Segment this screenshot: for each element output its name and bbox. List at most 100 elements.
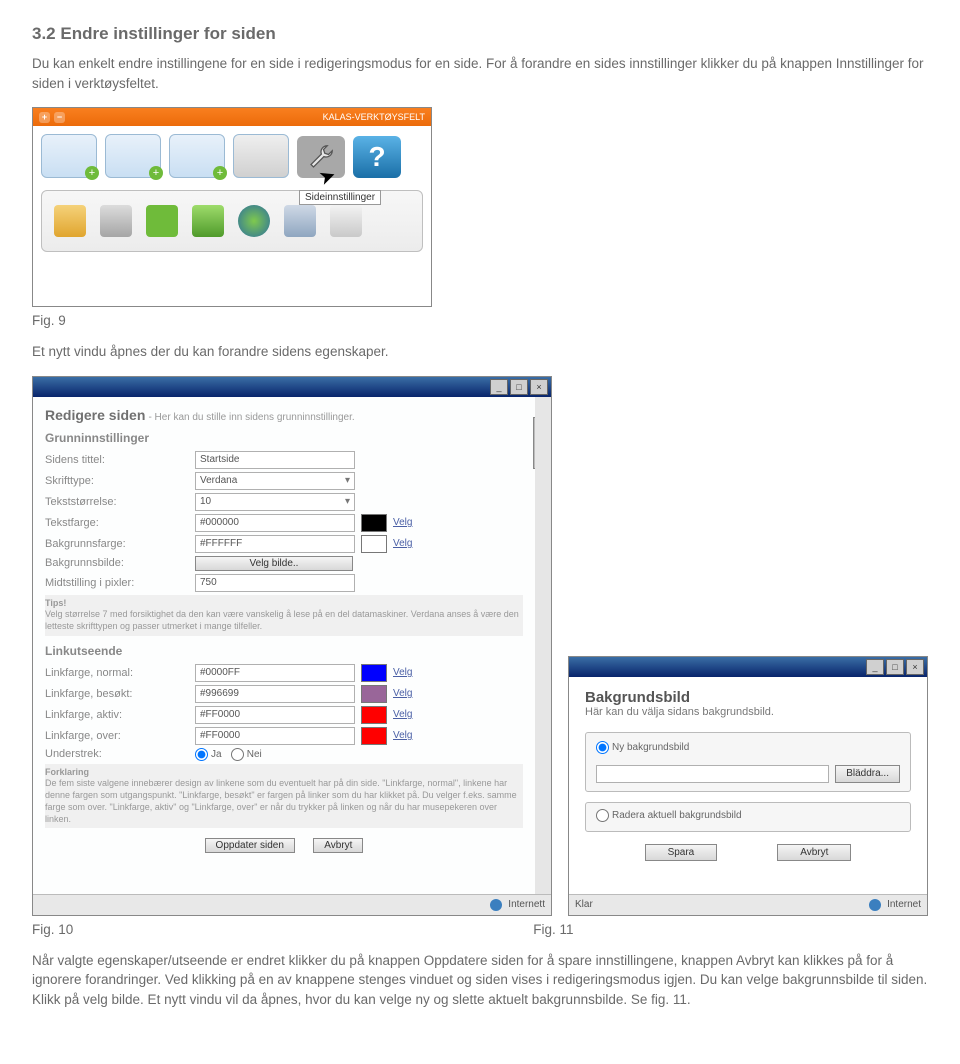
settings-window: _ □ × Redigere siden - Her kan du stille…: [32, 376, 552, 916]
bg-statusbar: Klar Internet: [569, 894, 927, 915]
group-new-bg: Ny bakgrundsbild Bläddra...: [585, 732, 911, 792]
new-image-icon[interactable]: [105, 134, 161, 178]
globe-status-icon: [490, 899, 502, 911]
toolbar-titlebar: + − KALAS-VERKTØYSFELT: [33, 108, 431, 126]
collapse-icon: −: [54, 112, 65, 123]
settings-subtitle: - Her kan du stille inn sidens grunninns…: [148, 412, 354, 423]
input-textcolor[interactable]: #000000: [195, 514, 355, 532]
link-velg-normal[interactable]: Velg: [393, 667, 412, 678]
radio-no-label: Nei: [247, 749, 262, 760]
radio-delete-bg[interactable]: Radera aktuell bakgrundsbild: [596, 809, 742, 822]
input-link-active[interactable]: #FF0000: [195, 706, 355, 724]
label-underline: Understrek:: [45, 748, 195, 760]
expand-collapse-icons: + −: [39, 112, 65, 123]
basic-heading: Grunninnstillinger: [45, 431, 523, 445]
scrollbar-thumb[interactable]: [533, 417, 551, 469]
label-link-active: Linkfarge, aktiv:: [45, 709, 195, 721]
tip-head: Tips!: [45, 598, 66, 608]
upload-icon[interactable]: [192, 205, 224, 237]
label-font: Skrifttype:: [45, 475, 195, 487]
radio-new-bg[interactable]: Ny bakgrundsbild: [596, 741, 689, 754]
tip-body: Velg størrelse 7 med forsiktighet da den…: [45, 609, 519, 631]
button-choose-image[interactable]: Velg bilde..: [195, 556, 353, 571]
bg-close-icon[interactable]: ×: [906, 659, 924, 675]
input-bgcolor[interactable]: #FFFFFF: [195, 535, 355, 553]
label-link-hover: Linkfarge, over:: [45, 730, 195, 742]
radio-underline-no[interactable]: Nei: [231, 748, 262, 761]
input-link-normal[interactable]: #0000FF: [195, 664, 355, 682]
input-site-title[interactable]: Startside: [195, 451, 355, 469]
bg-status-left: Klar: [575, 899, 863, 910]
fig11-caption: Fig. 11: [533, 922, 573, 937]
bg-minimize-icon[interactable]: _: [866, 659, 884, 675]
settings-title: Redigere siden: [45, 407, 145, 423]
group-delete-bg: Radera aktuell bakgrundsbild: [585, 802, 911, 832]
button-update-page[interactable]: Oppdater siden: [205, 838, 295, 853]
section-heading: 3.2 Endre instillinger for siden: [32, 24, 928, 44]
tip-box: Tips! Velg størrelse 7 med forsiktighet …: [45, 595, 523, 636]
forklaring-head: Forklaring: [45, 767, 89, 777]
swatch-textcolor: [361, 514, 387, 532]
green-tile-icon[interactable]: [146, 205, 178, 237]
radio-yes-label: Ja: [211, 749, 222, 760]
save-icon[interactable]: [284, 205, 316, 237]
status-text-settings: Internett: [508, 899, 545, 910]
label-mid: Midtstilling i pixler:: [45, 577, 195, 589]
maximize-icon[interactable]: □: [510, 379, 528, 395]
home-icon[interactable]: [330, 205, 362, 237]
label-link-normal: Linkfarge, normal:: [45, 667, 195, 679]
toolbar-title: KALAS-VERKTØYSFELT: [323, 112, 425, 122]
link-velg-textcolor[interactable]: Velg: [393, 517, 412, 528]
new-gallery-icon[interactable]: [169, 134, 225, 178]
new-page-icon[interactable]: [41, 134, 97, 178]
input-link-visited[interactable]: #996699: [195, 685, 355, 703]
swatch-link-hover: [361, 727, 387, 745]
bg-dialog-body: Bakgrundsbild Här kan du välja sidans ba…: [569, 677, 927, 894]
close-icon[interactable]: ×: [530, 379, 548, 395]
button-bg-cancel[interactable]: Avbryt: [777, 844, 851, 861]
input-mid[interactable]: 750: [195, 574, 355, 592]
settings-titlebar: _ □ ×: [33, 377, 551, 397]
intro-paragraph: Du kan enkelt endre instillingene for en…: [32, 54, 928, 93]
link-velg-visited[interactable]: Velg: [393, 688, 412, 699]
link-velg-hover[interactable]: Velg: [393, 730, 412, 741]
bg-maximize-icon[interactable]: □: [886, 659, 904, 675]
bg-status-right: Internet: [887, 899, 921, 910]
settings-button[interactable]: ➤ Sideinnstillinger: [297, 136, 345, 178]
button-browse[interactable]: Bläddra...: [835, 765, 900, 783]
swatch-link-active: [361, 706, 387, 724]
button-cancel[interactable]: Avbryt: [313, 838, 363, 853]
bg-titlebar: _ □ ×: [569, 657, 927, 677]
settings-body: Redigere siden - Her kan du stille inn s…: [33, 397, 551, 894]
globe-icon[interactable]: [238, 205, 270, 237]
label-bgimg: Bakgrunnsbilde:: [45, 557, 195, 569]
select-font[interactable]: Verdana: [195, 472, 355, 490]
select-size[interactable]: 10: [195, 493, 355, 511]
forklaring-box: Forklaring De fem siste valgene innebære…: [45, 764, 523, 828]
help-button[interactable]: ?: [353, 136, 401, 178]
input-link-hover[interactable]: #FF0000: [195, 727, 355, 745]
edit-icon[interactable]: [54, 205, 86, 237]
bg-dialog-window: _ □ × Bakgrundsbild Här kan du välja sid…: [568, 656, 928, 916]
link-velg-bgcolor[interactable]: Velg: [393, 538, 412, 549]
input-bg-path[interactable]: [596, 765, 829, 783]
label-size: Tekststørrelse:: [45, 496, 195, 508]
label-bgcolor: Bakgrunnsfarge:: [45, 538, 195, 550]
button-save[interactable]: Spara: [645, 844, 718, 861]
label-textcolor: Tekstfarge:: [45, 517, 195, 529]
list-icon[interactable]: [233, 134, 289, 178]
trash-icon[interactable]: [100, 205, 132, 237]
settings-tooltip: Sideinnstillinger: [299, 190, 381, 205]
label-site-title: Sidens tittel:: [45, 454, 195, 466]
swatch-link-visited: [361, 685, 387, 703]
bg-title: Bakgrundsbild: [585, 689, 911, 706]
fig9-caption: Fig. 9: [32, 313, 928, 328]
minimize-icon[interactable]: _: [490, 379, 508, 395]
radio-underline-yes[interactable]: Ja: [195, 748, 222, 761]
bg-globe-icon: [869, 899, 881, 911]
swatch-bgcolor: [361, 535, 387, 553]
link-velg-active[interactable]: Velg: [393, 709, 412, 720]
settings-statusbar: Internett: [33, 894, 551, 915]
label-link-visited: Linkfarge, besøkt:: [45, 688, 195, 700]
radio-new-bg-label: Ny bakgrundsbild: [612, 742, 689, 753]
